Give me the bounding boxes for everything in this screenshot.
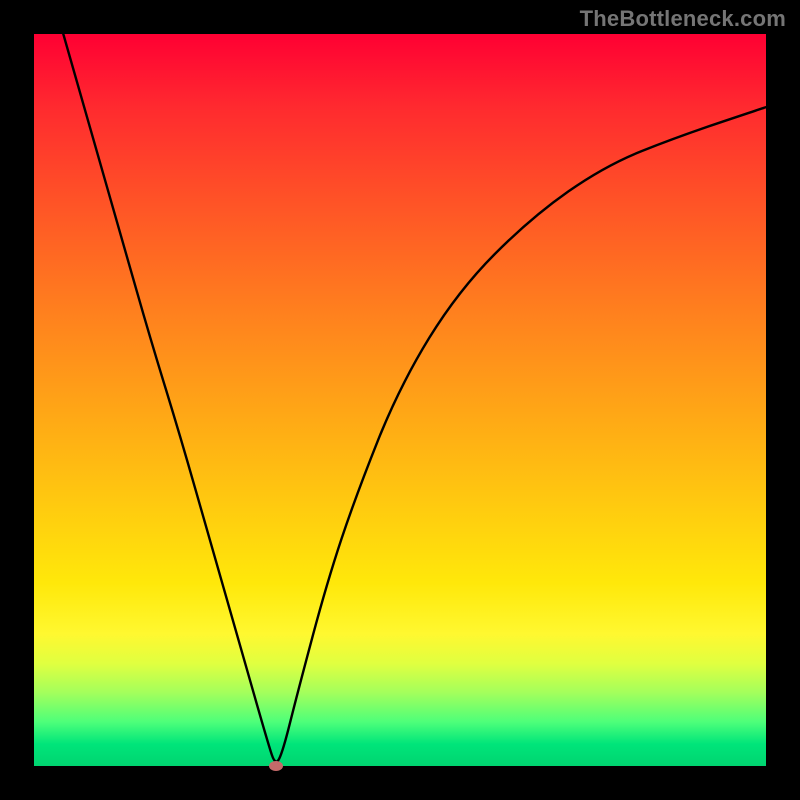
plot-area [34, 34, 766, 766]
optimal-marker [269, 761, 283, 771]
watermark-text: TheBottleneck.com [580, 6, 786, 32]
chart-frame: TheBottleneck.com [0, 0, 800, 800]
bottleneck-curve [34, 34, 766, 766]
